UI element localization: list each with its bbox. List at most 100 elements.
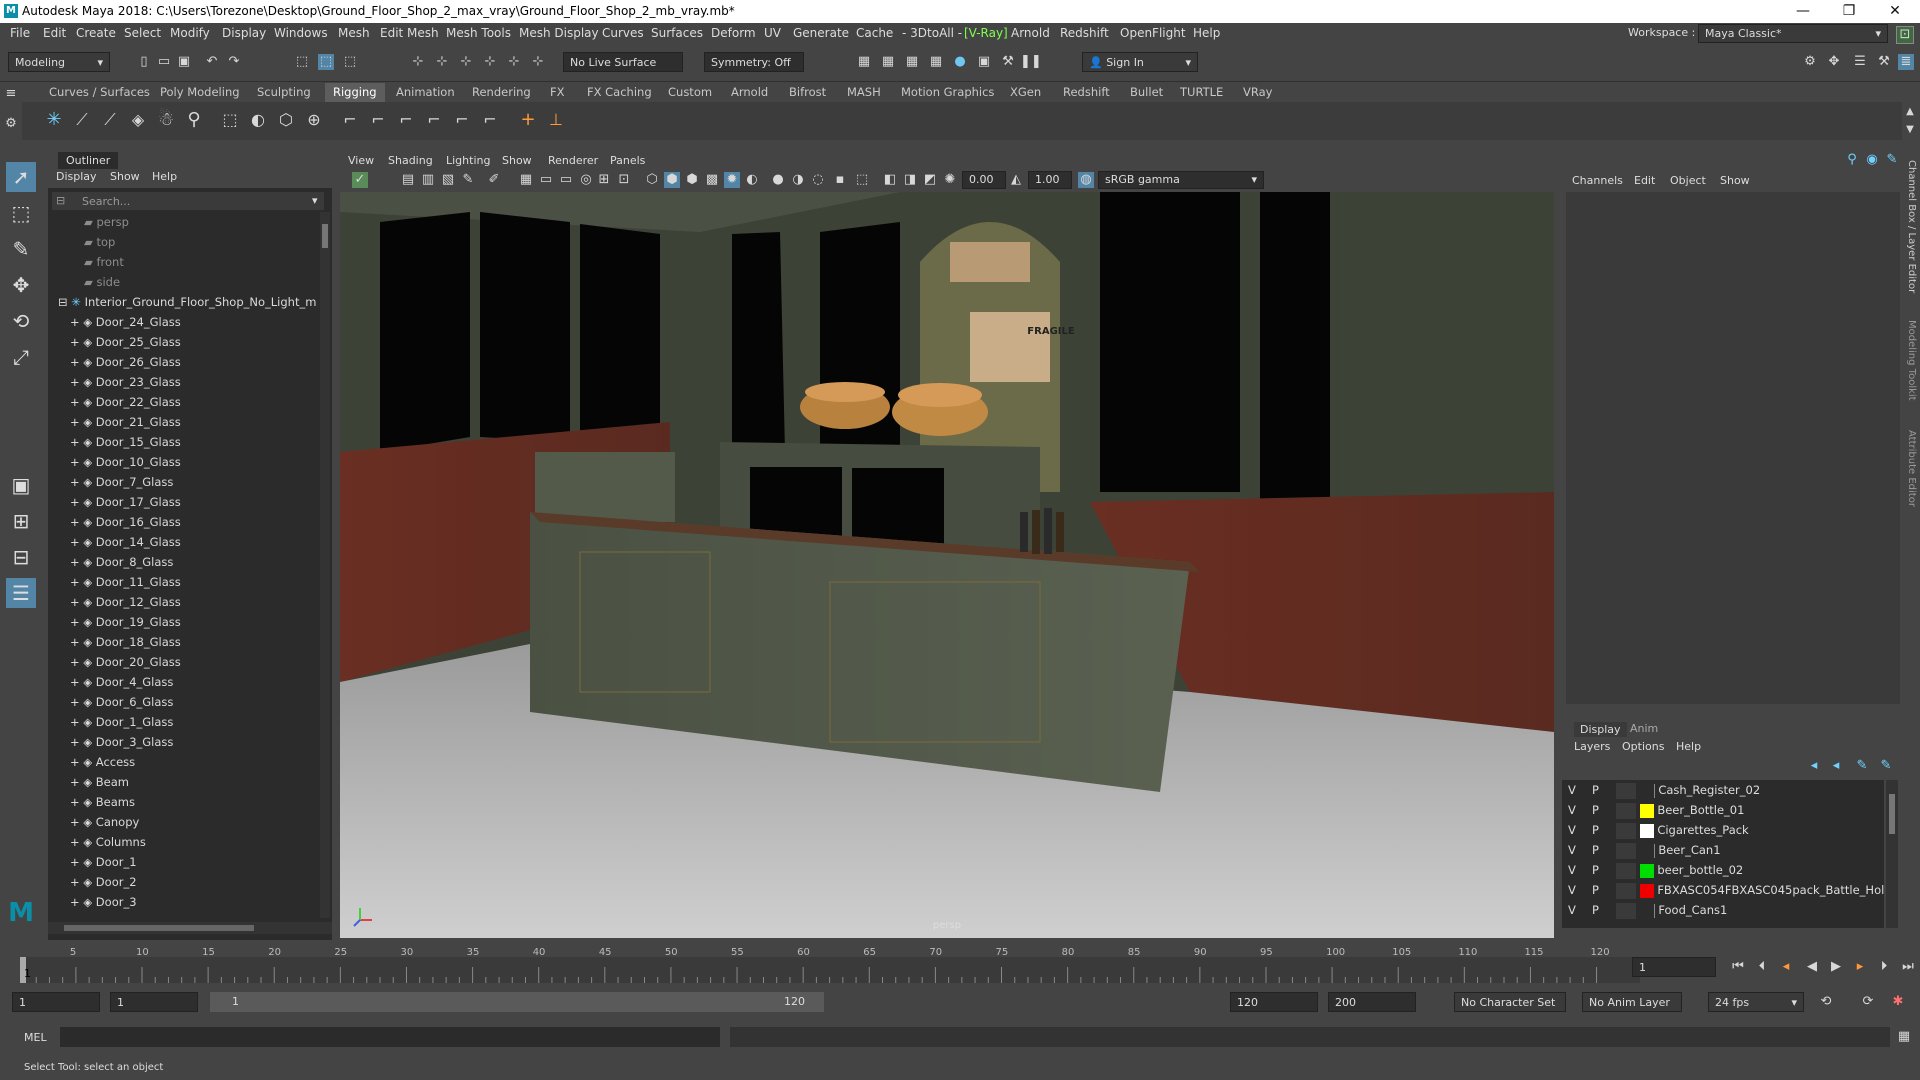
insert-joint-icon[interactable]: ◈: [130, 112, 146, 128]
outliner-item[interactable]: + ◈ Door_14_Glass: [70, 532, 181, 552]
channel-menu-channels[interactable]: Channels: [1572, 174, 1623, 187]
shelf-tab-motion-graphics[interactable]: Motion Graphics: [893, 83, 1002, 102]
resolution-gate-icon[interactable]: ▭: [558, 172, 574, 188]
step-back-key-icon[interactable]: ⏴: [1754, 959, 1770, 975]
vp-menu-lighting[interactable]: Lighting: [446, 154, 490, 167]
outliner-item[interactable]: + ◈ Door_22_Glass: [70, 392, 181, 412]
outliner-item[interactable]: + ◈ Door_4_Glass: [70, 672, 173, 692]
anti-alias-icon[interactable]: ◌: [810, 172, 826, 188]
attribute-editor-icon[interactable]: ☰: [1852, 54, 1868, 70]
outliner-item[interactable]: + ◈ Beam: [70, 772, 129, 792]
outliner-item-camera[interactable]: ▰ front: [84, 252, 124, 272]
snap-surface-icon[interactable]: ⊹: [506, 54, 522, 70]
expand-icon[interactable]: +: [70, 895, 83, 909]
menu-help[interactable]: Help: [1193, 26, 1220, 40]
tab-display[interactable]: Display: [1574, 722, 1627, 737]
camera-select-icon[interactable]: ✓: [352, 172, 368, 188]
shelf-tab-fx[interactable]: FX: [542, 83, 573, 102]
layer-visibility-toggle[interactable]: V: [1568, 880, 1592, 900]
expand-icon[interactable]: +: [70, 515, 83, 529]
expand-icon[interactable]: +: [70, 675, 83, 689]
cluster-handle-icon[interactable]: ⊥: [548, 112, 564, 128]
outliner-item[interactable]: + ◈ Door_19_Glass: [70, 612, 181, 632]
shelf-tab-fx-caching[interactable]: FX Caching: [579, 83, 660, 102]
textured-icon[interactable]: ▩: [704, 172, 720, 188]
end-time-field[interactable]: 120: [1230, 992, 1318, 1012]
shelf-tab-poly-modeling[interactable]: Poly Modeling: [152, 83, 248, 102]
layer-row[interactable]: VP beer_bottle_02: [1568, 860, 1884, 880]
outliner-menu-show[interactable]: Show: [110, 170, 140, 183]
quick-rig-icon[interactable]: ⚲: [186, 111, 202, 129]
two-d-pan-icon[interactable]: ✎: [460, 172, 476, 188]
scrollbar-thumb[interactable]: [1889, 794, 1895, 834]
render-settings-icon[interactable]: ▦: [928, 54, 944, 70]
film-gate-icon[interactable]: ▭: [538, 172, 554, 188]
shelf-tab-xgen[interactable]: XGen: [1002, 83, 1049, 102]
layer-menu-layers[interactable]: Layers: [1574, 740, 1610, 753]
four-view-icon[interactable]: ⊞: [6, 506, 36, 536]
outliner-scrollbar[interactable]: [320, 212, 330, 918]
layer-move-up-icon[interactable]: ◂: [1806, 758, 1822, 774]
constraint-aim-icon[interactable]: ⌐: [370, 112, 386, 128]
step-back-frame-icon[interactable]: ◂: [1778, 959, 1794, 975]
outliner-menu-help[interactable]: Help: [152, 170, 177, 183]
layer-name[interactable]: Cigarettes_Pack: [1657, 823, 1748, 837]
outliner-search-bar[interactable]: ⊟ Search... ▾: [52, 192, 324, 210]
expand-icon[interactable]: +: [70, 835, 83, 849]
layer-color-swatch[interactable]: [1640, 783, 1655, 798]
outliner-item[interactable]: + ◈ Columns: [70, 832, 146, 852]
color-space-dropdown[interactable]: sRGB gamma ▾: [1098, 171, 1264, 189]
layer-row[interactable]: VP Cash_Register_02: [1568, 780, 1884, 800]
channel-menu-object[interactable]: Object: [1670, 174, 1706, 187]
tab-anim[interactable]: Anim: [1630, 722, 1658, 735]
layer-color-swatch[interactable]: [1639, 823, 1654, 838]
outliner-item[interactable]: + ◈ Door_10_Glass: [70, 452, 181, 472]
layer-color-swatch[interactable]: [1640, 903, 1655, 918]
vp-menu-panels[interactable]: Panels: [610, 154, 645, 167]
layer-playback-toggle[interactable]: P: [1592, 860, 1616, 880]
menu-arnold[interactable]: Arnold: [1011, 26, 1050, 40]
constraint-point-icon[interactable]: ⌐: [342, 112, 358, 128]
go-to-end-icon[interactable]: ⏭: [1900, 959, 1916, 975]
tab-outliner[interactable]: Outliner: [58, 152, 119, 169]
mode-dropdown[interactable]: Modeling ▾: [8, 52, 110, 72]
layer-visibility-toggle[interactable]: V: [1568, 900, 1592, 920]
shelf-tab-bullet[interactable]: Bullet: [1122, 83, 1171, 102]
new-scene-icon[interactable]: ▯: [136, 54, 152, 70]
vray-ipr-icon[interactable]: ⚒: [1000, 54, 1016, 70]
expand-icon[interactable]: +: [70, 655, 83, 669]
outliner-item[interactable]: + ◈ Door_16_Glass: [70, 512, 181, 532]
character-set-dropdown[interactable]: No Character Set: [1454, 992, 1566, 1012]
shelf-tab-sculpting[interactable]: Sculpting: [249, 83, 319, 102]
ik-handle-icon[interactable]: ⟋: [74, 112, 90, 128]
image-plane-icon[interactable]: ▧: [440, 172, 456, 188]
character-controls-icon[interactable]: ✥: [1826, 54, 1842, 70]
layer-row[interactable]: VP Cigarettes_Pack: [1568, 820, 1884, 840]
outliner-item-root[interactable]: ⊟ ✳ Interior_Ground_Floor_Shop_No_Light_…: [58, 292, 316, 312]
hscrollbar-thumb[interactable]: [64, 925, 254, 931]
vp-menu-show[interactable]: Show: [502, 154, 532, 167]
expand-icon[interactable]: +: [70, 315, 83, 329]
outliner-item[interactable]: + ◈ Door_7_Glass: [70, 472, 173, 492]
expand-icon[interactable]: +: [70, 415, 83, 429]
joint-tool-icon[interactable]: ✳: [46, 111, 62, 129]
constraint-orient-icon[interactable]: ⌐: [398, 112, 414, 128]
outliner-item[interactable]: + ◈ Door_12_Glass: [70, 592, 181, 612]
outliner-item[interactable]: + ◈ Canopy: [70, 812, 139, 832]
layer-row[interactable]: VP Food_Cans1: [1568, 900, 1884, 920]
outliner-item[interactable]: + ◈ Door_23_Glass: [70, 372, 181, 392]
layer-move-down-icon[interactable]: ◂: [1828, 758, 1844, 774]
ambient-occlusion-icon[interactable]: ●: [770, 172, 786, 188]
channel-menu-edit[interactable]: Edit: [1634, 174, 1655, 187]
select-object-icon[interactable]: ⬚: [318, 54, 334, 70]
layer-visibility-toggle[interactable]: V: [1568, 820, 1592, 840]
fps-dropdown[interactable]: 24 fps ▾: [1708, 992, 1804, 1012]
channel-box-pin-icon[interactable]: ⚲: [1844, 152, 1860, 168]
menu-curves[interactable]: Curves: [602, 26, 644, 40]
rotate-tool-icon[interactable]: ⟲: [6, 306, 36, 336]
outliner-item[interactable]: + ◈ Door_25_Glass: [70, 332, 181, 352]
lights-icon[interactable]: ✹: [724, 172, 740, 188]
persp-outliner-icon[interactable]: ⊟: [6, 542, 36, 572]
xray-joints-icon[interactable]: ◨: [902, 172, 918, 188]
outliner-item-camera[interactable]: ▰ side: [84, 272, 120, 292]
